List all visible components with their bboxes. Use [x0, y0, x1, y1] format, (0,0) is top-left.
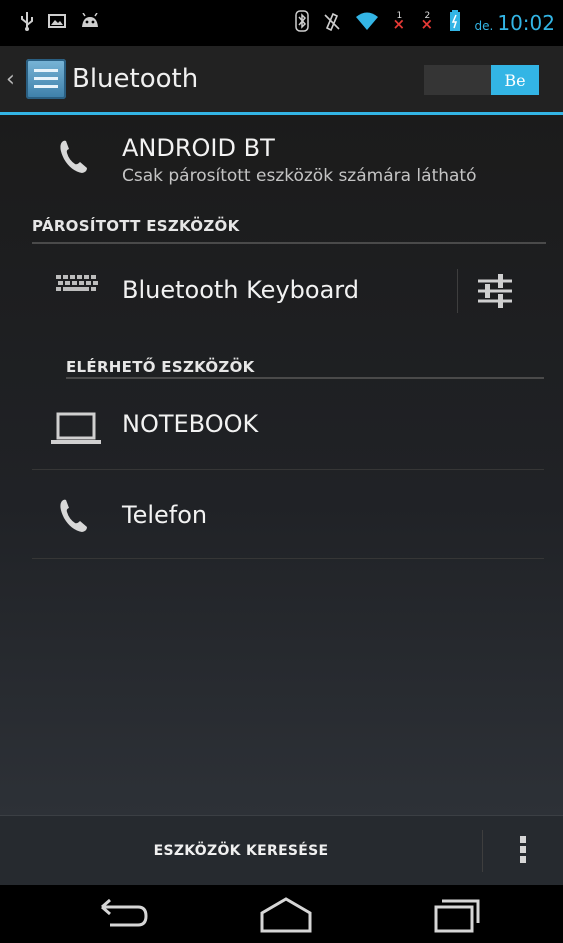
paired-device-row[interactable]: Bluetooth Keyboard: [0, 248, 563, 332]
own-device-row[interactable]: ANDROID BT Csak párosított eszközök szám…: [0, 115, 563, 203]
android-icon: [80, 12, 100, 33]
status-bar: 1 × 2 × de. 10:02: [0, 0, 563, 46]
vibrate-icon: [323, 11, 341, 35]
signal-2-x-icon: 2 ×: [420, 11, 434, 33]
phone-icon: [60, 140, 87, 173]
device-list: ANDROID BT Csak párosított eszközök szám…: [0, 115, 563, 815]
available-section-header: ELÉRHETŐ ESZKÖZÖK: [66, 358, 255, 376]
phone-icon: [60, 499, 87, 532]
image-icon: [48, 13, 66, 33]
navigation-bar: [0, 885, 563, 943]
available-device-row[interactable]: Telefon: [0, 470, 563, 558]
available-device-row[interactable]: NOTEBOOK: [0, 380, 563, 469]
usb-icon: [20, 11, 34, 35]
keyboard-icon: [56, 275, 98, 291]
own-device-name: ANDROID BT: [122, 134, 275, 162]
device-settings-icon[interactable]: [476, 273, 514, 309]
own-device-visibility: Csak párosított eszközök számára látható: [122, 166, 477, 186]
bluetooth-toggle[interactable]: Be: [424, 65, 539, 95]
scan-devices-button[interactable]: ESZKÖZÖK KERESÉSE: [0, 816, 482, 886]
wifi-icon: [355, 11, 379, 35]
section-divider: [32, 242, 546, 244]
page-title[interactable]: Bluetooth: [72, 64, 198, 94]
battery-icon: [449, 10, 461, 36]
settings-app-icon[interactable]: [26, 59, 66, 99]
notification-icons: [0, 11, 100, 35]
signal-1-x-icon: 1 ×: [392, 11, 406, 33]
action-bar: ‹ Bluetooth Be: [0, 46, 563, 115]
section-divider: [66, 377, 544, 379]
back-icon[interactable]: [94, 893, 154, 935]
row-divider: [32, 558, 544, 559]
screen: 1 × 2 × de. 10:02 ‹ Bluetooth Be ANDROID…: [0, 0, 563, 943]
paired-section-header: PÁROSÍTOTT ESZKÖZÖK: [32, 217, 240, 235]
available-device-name: Telefon: [122, 501, 208, 529]
up-caret-icon[interactable]: ‹: [6, 67, 20, 92]
vertical-separator: [457, 269, 458, 313]
vertical-separator: [482, 830, 483, 872]
recent-apps-icon[interactable]: [426, 893, 486, 935]
toggle-thumb: Be: [491, 65, 539, 95]
system-icons: 1 × 2 × de. 10:02: [294, 0, 555, 46]
paired-device-name: Bluetooth Keyboard: [122, 276, 359, 304]
available-device-name: NOTEBOOK: [122, 410, 259, 438]
home-icon[interactable]: [256, 893, 316, 935]
bluetooth-icon: [294, 10, 309, 36]
bottom-action-bar: ESZKÖZÖK KERESÉSE: [0, 815, 563, 886]
status-clock: de. 10:02: [474, 11, 555, 35]
overflow-menu-icon[interactable]: [518, 836, 528, 866]
laptop-icon: [51, 412, 101, 444]
